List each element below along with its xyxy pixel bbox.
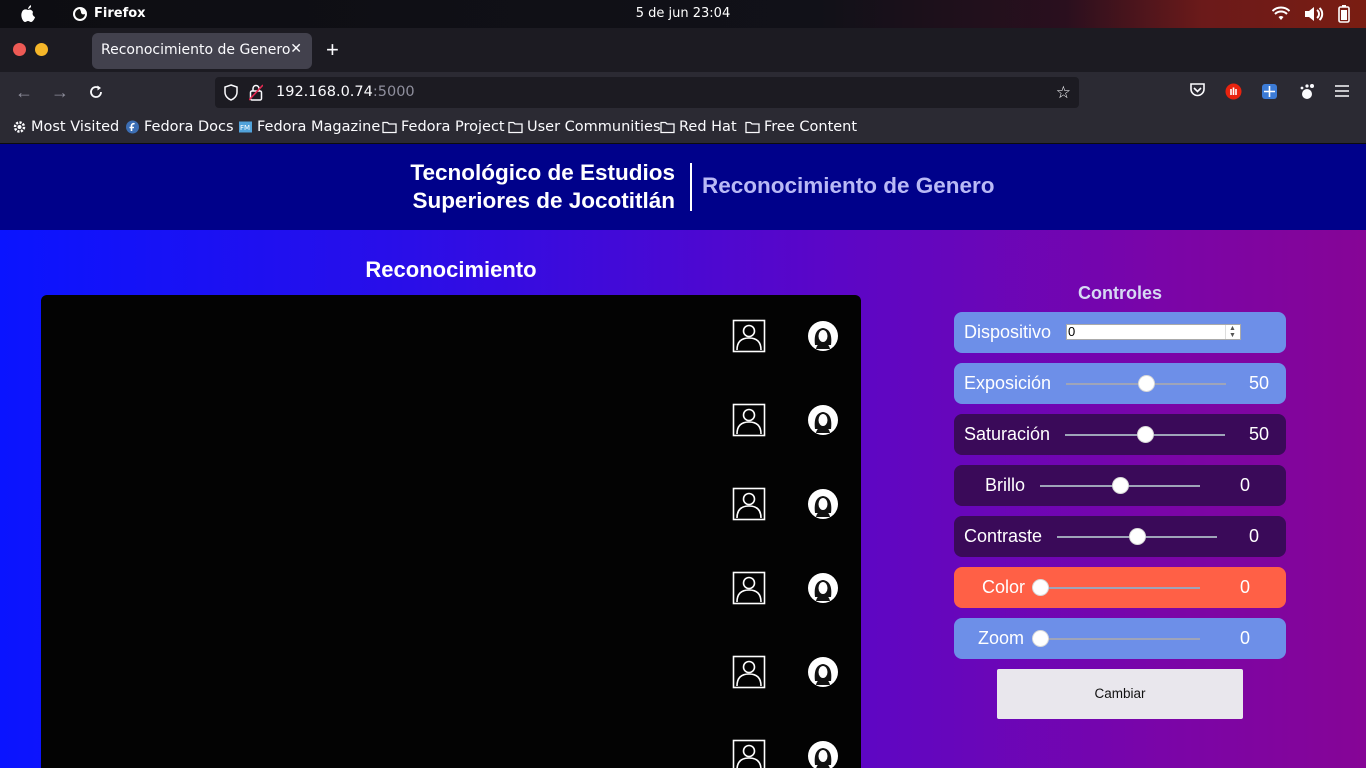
reload-icon[interactable] xyxy=(88,84,104,100)
male-silhouette-icon xyxy=(732,487,766,521)
menu-hamburger-icon[interactable] xyxy=(1335,85,1349,97)
app-title: Reconocimiento de Genero xyxy=(702,173,995,198)
color-value: 0 xyxy=(1239,577,1250,597)
male-silhouette-icon xyxy=(732,403,766,437)
brillo-slider-thumb[interactable] xyxy=(1111,477,1129,494)
ublock-extension-icon[interactable] xyxy=(1225,83,1242,100)
female-silhouette-icon xyxy=(808,489,838,519)
brillo-label: Brillo xyxy=(985,475,1026,495)
camera-feed xyxy=(41,295,861,768)
system-clock[interactable]: 5 de jun 23:04 xyxy=(0,6,1366,21)
gear-icon xyxy=(13,121,26,133)
contraste-value: 0 xyxy=(1248,526,1259,546)
bookmark-fedora-magazine[interactable]: FM Fedora Magazine xyxy=(238,119,380,135)
url-bar[interactable]: 192.168.0.74:5000 ☆ xyxy=(215,77,1079,108)
contraste-slider-thumb[interactable] xyxy=(1128,528,1146,545)
dispositivo-label: Dispositivo xyxy=(964,322,1052,342)
forward-arrow-icon[interactable]: → xyxy=(51,83,69,101)
bookmark-folder-user-communities[interactable]: User Communities xyxy=(508,119,661,135)
number-spinner-icon[interactable]: ▲ ▼ xyxy=(1225,325,1239,339)
control-contraste: Contraste 0 xyxy=(954,516,1286,557)
fedora-magazine-icon: FM xyxy=(239,121,252,133)
window-minimize-button[interactable] xyxy=(35,43,48,56)
bookmarks-toolbar: Most Visited Fedora Docs FM Fedora Magaz… xyxy=(0,112,1366,144)
saturacion-value: 50 xyxy=(1248,424,1269,444)
control-saturacion: Saturación 50 xyxy=(954,414,1286,455)
female-silhouette-icon xyxy=(808,657,838,687)
battery-icon[interactable] xyxy=(1338,5,1350,23)
zoom-label: Zoom xyxy=(978,628,1025,648)
system-tray xyxy=(1272,5,1350,23)
brillo-value: 0 xyxy=(1239,475,1250,495)
female-silhouette-icon xyxy=(808,405,838,435)
tab-title: Reconocimiento de Genero xyxy=(101,42,291,58)
male-silhouette-icon xyxy=(732,319,766,353)
folder-icon xyxy=(660,121,675,134)
tab-active[interactable]: Reconocimiento de Genero ✕ xyxy=(92,33,312,69)
insecure-lock-icon[interactable] xyxy=(249,84,263,101)
window-close-button[interactable] xyxy=(13,43,26,56)
volume-icon[interactable] xyxy=(1304,6,1324,22)
color-label: Color xyxy=(982,577,1026,597)
gnome-extension-icon[interactable] xyxy=(1298,83,1315,100)
wifi-icon[interactable] xyxy=(1272,6,1290,22)
male-silhouette-icon xyxy=(732,571,766,605)
control-zoom: Zoom 0 xyxy=(954,618,1286,659)
tracking-shield-icon[interactable] xyxy=(223,84,239,101)
pocket-icon[interactable] xyxy=(1189,82,1206,98)
control-dispositivo: Dispositivo 0 ▲ ▼ xyxy=(954,312,1286,353)
controls-title: Controles xyxy=(1077,283,1162,303)
institution-name: Tecnológico de Estudios Superiores de Jo… xyxy=(410,160,675,213)
page-header: Tecnológico de Estudios Superiores de Jo… xyxy=(0,144,1366,230)
svg-text:FM: FM xyxy=(240,124,250,132)
bookmark-star-icon[interactable]: ☆ xyxy=(1056,83,1071,103)
control-brillo: Brillo 0 xyxy=(954,465,1286,506)
os-top-bar: Firefox 5 de jun 23:04 xyxy=(0,0,1366,28)
zoom-value: 0 xyxy=(1239,628,1250,648)
female-silhouette-icon xyxy=(808,741,838,768)
header-divider xyxy=(690,163,692,211)
exposicion-label: Exposición xyxy=(964,373,1052,393)
control-exposicion: Exposición 50 xyxy=(954,363,1286,404)
fedora-logo-icon xyxy=(126,120,139,134)
zoom-slider-thumb[interactable] xyxy=(1031,630,1049,647)
web-page: Tecnológico de Estudios Superiores de Jo… xyxy=(0,144,1366,768)
exposicion-slider-thumb[interactable] xyxy=(1137,375,1155,392)
saturacion-slider-thumb[interactable] xyxy=(1136,426,1154,443)
new-tab-button[interactable]: + xyxy=(326,38,339,62)
tab-close-icon[interactable]: ✕ xyxy=(290,41,302,57)
folder-icon xyxy=(508,121,523,134)
url-text[interactable]: 192.168.0.74:5000 xyxy=(276,84,415,100)
bookmark-folder-fedora-project[interactable]: Fedora Project xyxy=(382,119,505,135)
cambiar-button[interactable]: Cambiar xyxy=(997,669,1243,719)
bookmark-most-visited[interactable]: Most Visited xyxy=(12,119,119,135)
extension-icon[interactable] xyxy=(1261,83,1278,100)
zoom-slider[interactable] xyxy=(1040,638,1200,640)
back-arrow-icon[interactable]: ← xyxy=(15,83,33,101)
bookmark-folder-free-content[interactable]: Free Content xyxy=(745,119,857,135)
folder-icon xyxy=(745,121,760,134)
male-silhouette-icon xyxy=(732,655,766,689)
color-slider-thumb[interactable] xyxy=(1031,579,1049,596)
section-title-reconocimiento: Reconocimiento xyxy=(365,257,537,282)
exposicion-value: 50 xyxy=(1248,373,1269,393)
bookmark-folder-red-hat[interactable]: Red Hat xyxy=(660,119,737,135)
bookmark-fedora-docs[interactable]: Fedora Docs xyxy=(125,119,234,135)
male-silhouette-icon xyxy=(732,739,766,768)
contraste-label: Contraste xyxy=(964,526,1043,546)
female-silhouette-icon xyxy=(808,321,838,351)
folder-icon xyxy=(382,121,397,134)
control-color: Color 0 xyxy=(954,567,1286,608)
saturacion-label: Saturación xyxy=(964,424,1051,444)
female-silhouette-icon xyxy=(808,573,838,603)
color-slider[interactable] xyxy=(1040,587,1200,589)
dispositivo-number-input[interactable]: 0 ▲ ▼ xyxy=(1066,324,1241,340)
